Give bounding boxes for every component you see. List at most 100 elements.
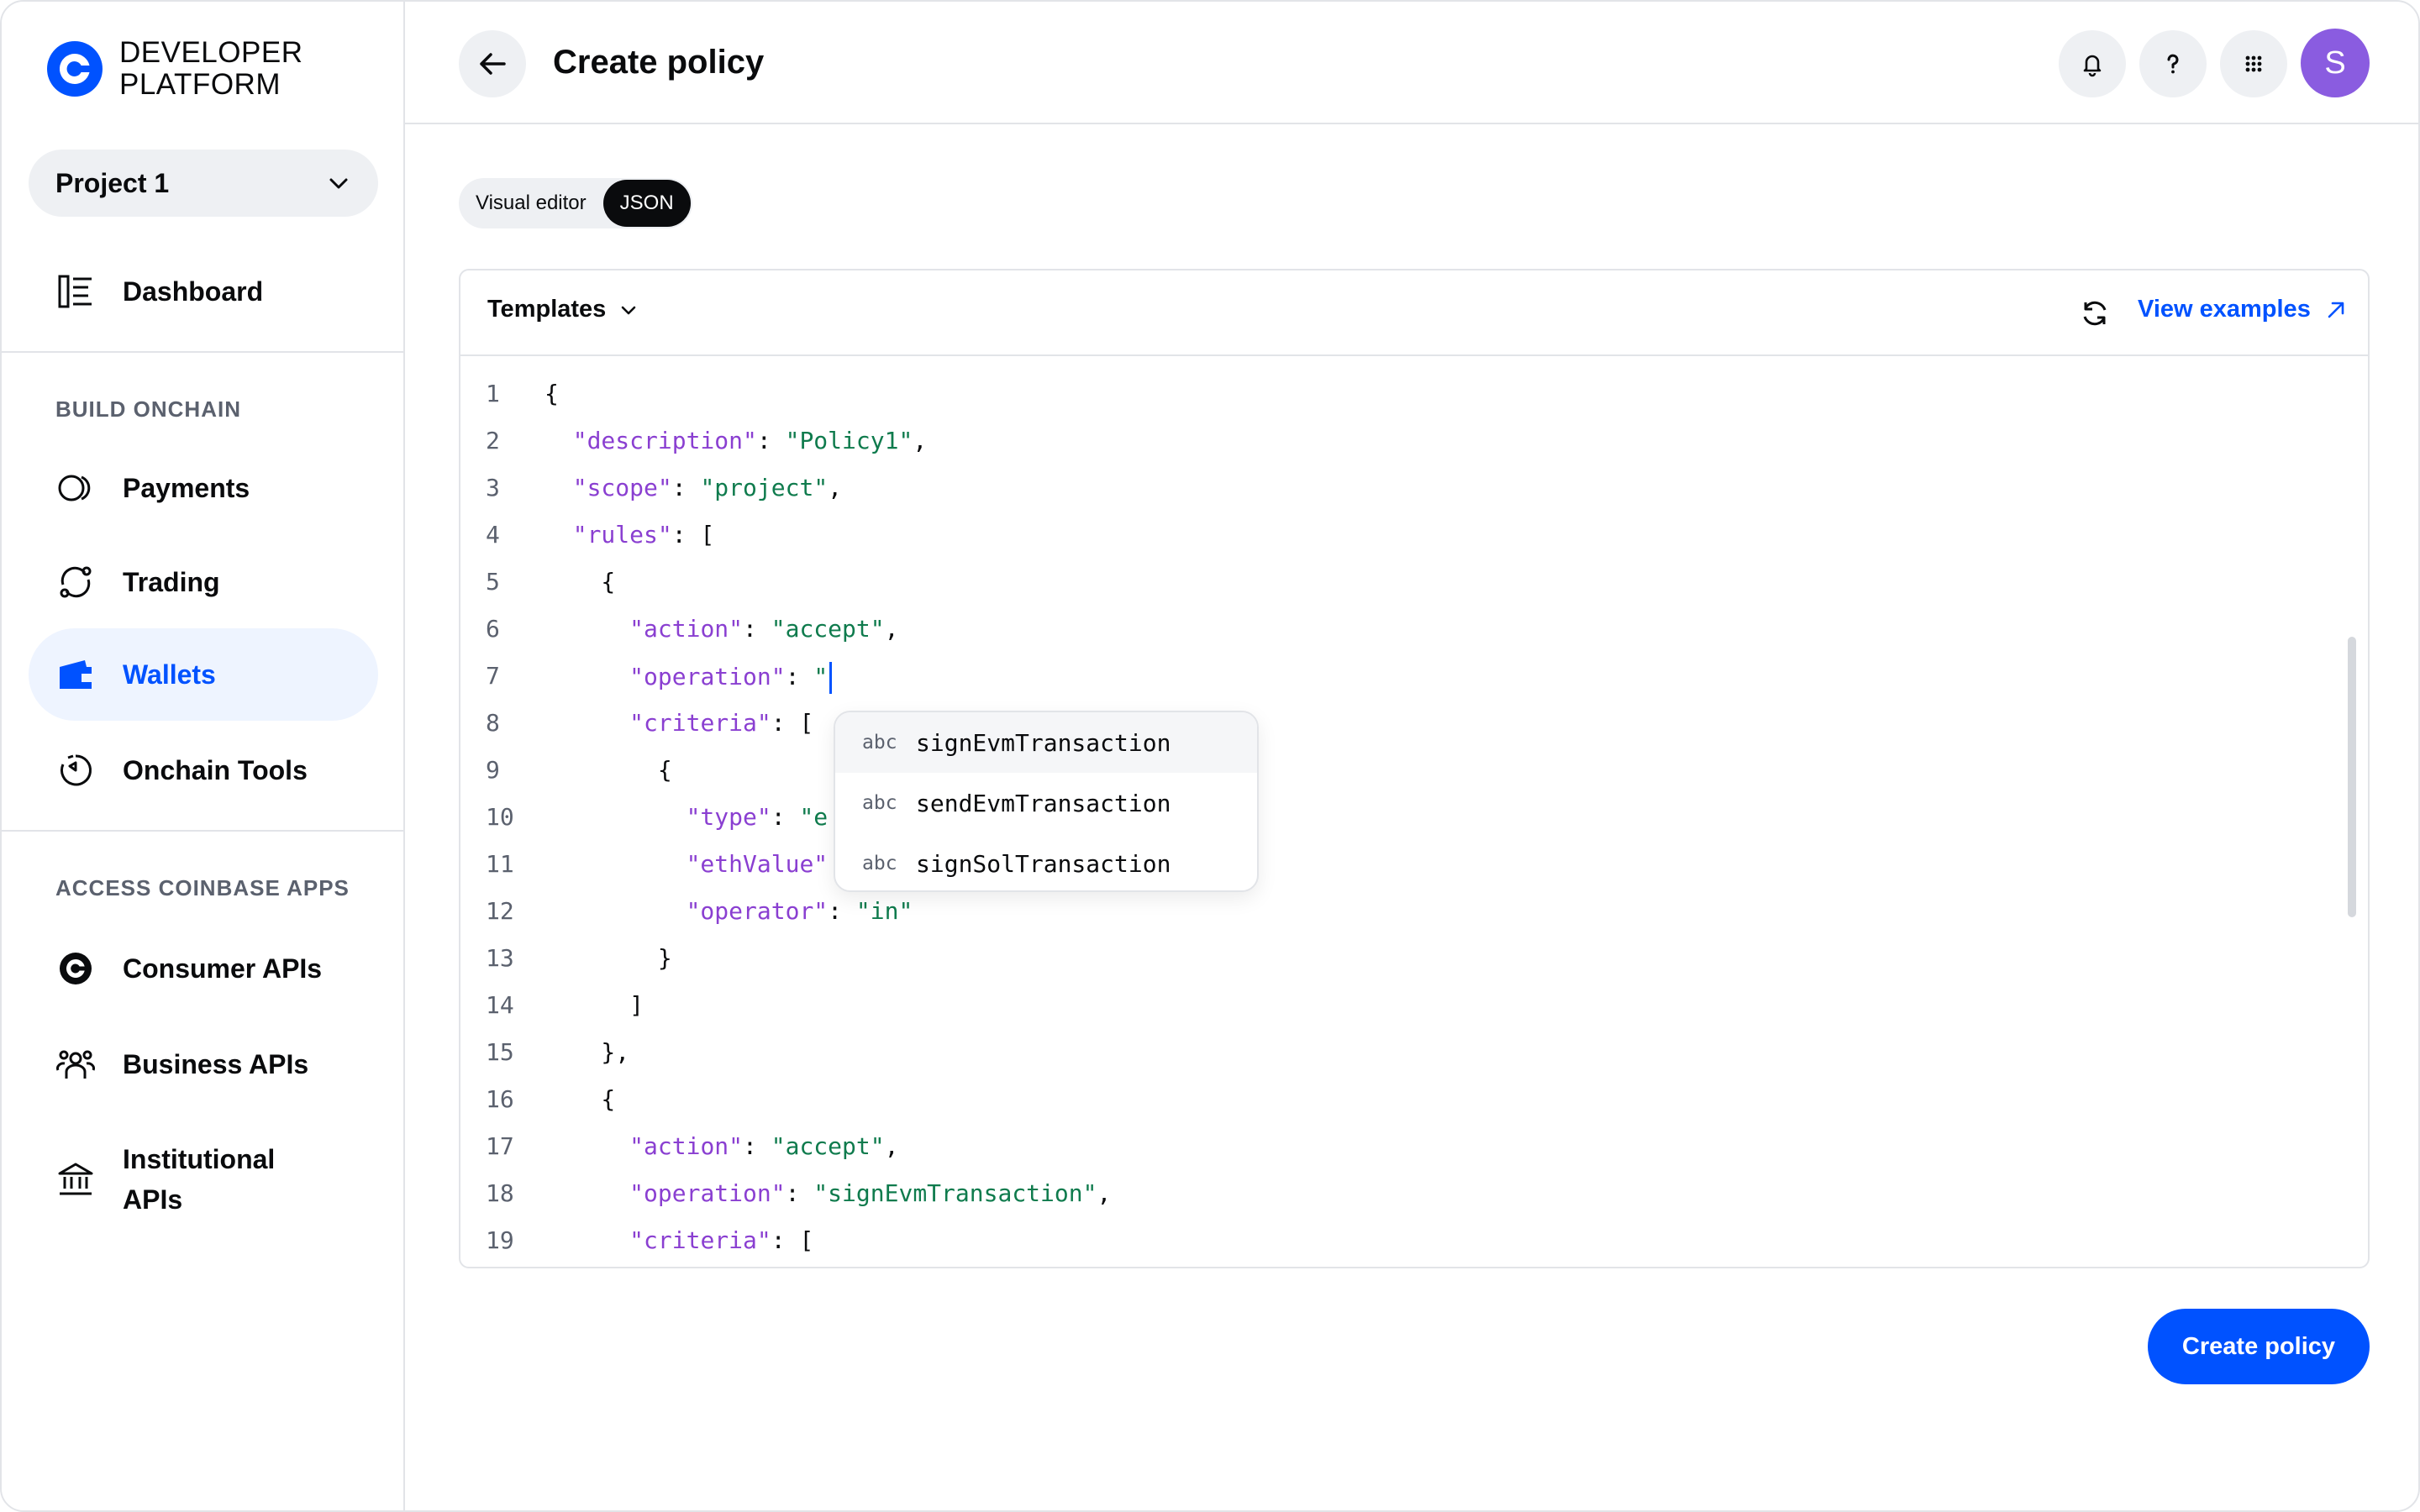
avatar[interactable]: S (2301, 29, 2370, 97)
line-number: 11 (486, 850, 514, 878)
code-line[interactable]: 10 "type": "e (460, 803, 2368, 850)
sidebar-item-label: Trading (123, 567, 220, 597)
line-content: "operator": "in" (544, 897, 913, 925)
autocomplete-item[interactable]: abc signSolTransaction (835, 833, 1257, 890)
code-line[interactable]: 3 "scope": "project", (460, 474, 2368, 521)
editor-toolbar: Templates View examples (460, 270, 2368, 356)
code-line[interactable]: 1{ (460, 380, 2368, 427)
view-examples-link[interactable]: View examples (2138, 296, 2348, 323)
json-key: "rules" (572, 521, 672, 549)
json-punctuation: : (785, 663, 814, 690)
line-number: 6 (486, 615, 500, 643)
json-punctuation (544, 1226, 629, 1254)
json-key: "operator" (686, 897, 829, 925)
json-key: "criteria" (629, 709, 771, 737)
json-punctuation: { (544, 1085, 616, 1113)
project-selector-label: Project 1 (55, 167, 170, 198)
json-string: "Policy1" (785, 427, 913, 454)
json-punctuation (544, 427, 573, 454)
json-punctuation (544, 474, 573, 501)
json-string: "project" (700, 474, 829, 501)
line-content: } (544, 944, 672, 972)
code-line[interactable]: 11 "ethValue" (460, 850, 2368, 897)
help-button[interactable] (2139, 30, 2207, 97)
brand-logo[interactable]: DEVELOPER PLATFORM (47, 37, 302, 101)
line-content: }, (544, 1038, 629, 1066)
json-punctuation: : [ (771, 709, 814, 737)
json-key: "operation" (629, 1179, 786, 1207)
autocomplete-item[interactable]: abc signEvmTransaction (835, 712, 1257, 773)
sidebar-item-label: Onchain Tools (123, 755, 308, 785)
sidebar-item-onchain-tools[interactable]: Onchain Tools (29, 724, 378, 816)
code-line[interactable]: 15 }, (460, 1038, 2368, 1085)
tab-visual-editor[interactable]: Visual editor (459, 180, 603, 227)
line-number: 13 (486, 944, 514, 972)
line-number: 7 (486, 662, 500, 690)
create-policy-button[interactable]: Create policy (2148, 1309, 2370, 1384)
code-line[interactable]: 7 "operation": " (460, 662, 2368, 709)
json-punctuation (544, 803, 687, 831)
sidebar-item-dashboard[interactable]: Dashboard (29, 245, 378, 338)
json-punctuation: : [ (671, 521, 715, 549)
bank-icon (55, 1159, 96, 1200)
brand-line-2: PLATFORM (119, 68, 281, 101)
code-line[interactable]: 8 "criteria": [ (460, 709, 2368, 756)
code-area[interactable]: 1{2 "description": "Policy1", 3 "scope": … (460, 356, 2368, 1267)
line-content: "scope": "project", (544, 474, 842, 501)
sidebar: DEVELOPER PLATFORM Project 1 Dashboard B… (2, 2, 405, 1510)
json-key: "type" (686, 803, 771, 831)
sidebar-item-wallets[interactable]: Wallets (29, 628, 378, 721)
json-punctuation: , (913, 427, 928, 454)
code-line[interactable]: 9 { (460, 756, 2368, 803)
json-punctuation: : (743, 615, 771, 643)
line-number: 17 (486, 1132, 514, 1160)
code-line[interactable]: 12 "operator": "in" (460, 897, 2368, 944)
json-key: "operation" (629, 663, 786, 690)
json-punctuation (544, 1179, 629, 1207)
sidebar-item-business-apis[interactable]: Business APIs (29, 1018, 378, 1110)
tab-json[interactable]: JSON (602, 180, 691, 227)
json-key: "action" (629, 1132, 744, 1160)
refresh-icon[interactable] (2079, 297, 2111, 329)
json-string: "accept" (771, 1132, 885, 1160)
line-content: ] (544, 991, 644, 1019)
line-content: "operation": "signEvmTransaction", (544, 1179, 1111, 1207)
code-line[interactable]: 16 { (460, 1085, 2368, 1132)
project-selector[interactable]: Project 1 (29, 150, 378, 217)
line-content: { (544, 380, 559, 407)
editor-mode-toggle: Visual editor JSON (459, 178, 692, 228)
code-line[interactable]: 4 "rules": [ (460, 521, 2368, 568)
editor-scrollbar[interactable] (2348, 637, 2356, 917)
sidebar-item-consumer-apis[interactable]: Consumer APIs (29, 922, 378, 1015)
line-number: 14 (486, 991, 514, 1019)
sidebar-item-institutional-apis[interactable]: Institutional APIs (29, 1136, 378, 1223)
json-punctuation: { (544, 568, 616, 596)
json-punctuation (544, 709, 629, 737)
code-line[interactable]: 6 "action": "accept", (460, 615, 2368, 662)
sidebar-item-payments[interactable]: Payments (29, 442, 378, 534)
line-content: "criteria": [ (544, 1226, 813, 1254)
coinbase-icon (55, 948, 96, 989)
text-cursor (829, 662, 833, 694)
templates-dropdown[interactable]: Templates (487, 296, 639, 323)
line-number: 12 (486, 897, 514, 925)
code-line[interactable]: 13 } (460, 944, 2368, 991)
line-number: 10 (486, 803, 514, 831)
code-line[interactable]: 19 "criteria": [ (460, 1226, 2368, 1267)
code-line[interactable]: 5 { (460, 568, 2368, 615)
onchain-tools-icon (55, 750, 96, 790)
sidebar-item-label: Institutional APIs (123, 1144, 276, 1215)
line-content: "ethValue" (544, 850, 829, 878)
sidebar-item-trading[interactable]: Trading (29, 536, 378, 628)
code-line[interactable]: 17 "action": "accept", (460, 1132, 2368, 1179)
apps-button[interactable] (2220, 30, 2287, 97)
autocomplete-item[interactable]: abc sendEvmTransaction (835, 773, 1257, 833)
section-title-build-onchain: BUILD ONCHAIN (55, 396, 241, 422)
code-line[interactable]: 14 ] (460, 991, 2368, 1038)
code-line[interactable]: 18 "operation": "signEvmTransaction", (460, 1179, 2368, 1226)
bell-icon (2083, 55, 2102, 77)
back-button[interactable] (459, 30, 526, 97)
line-content: "rules": [ (544, 521, 715, 549)
code-line[interactable]: 2 "description": "Policy1", (460, 427, 2368, 474)
notifications-button[interactable] (2059, 30, 2126, 97)
